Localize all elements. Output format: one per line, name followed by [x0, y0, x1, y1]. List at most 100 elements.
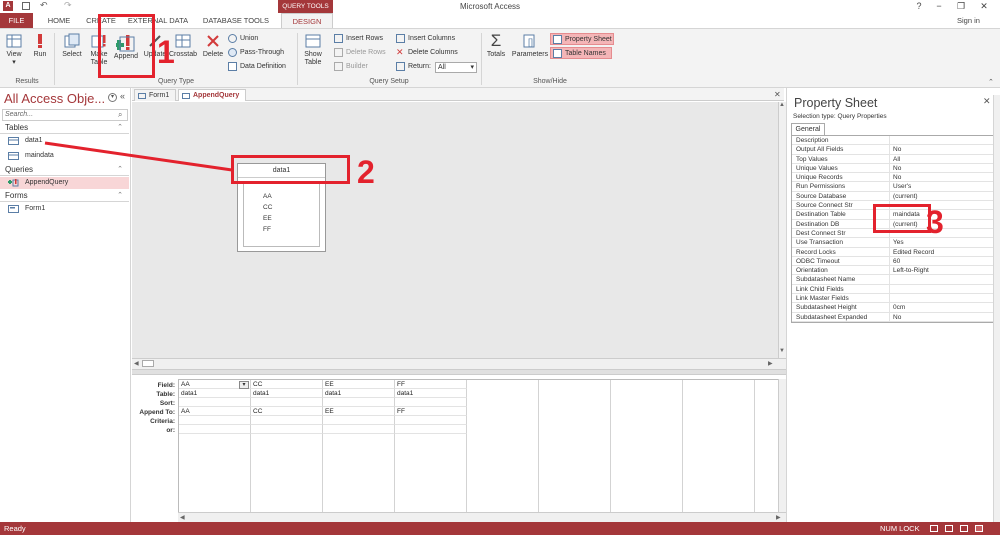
property-value[interactable]: All: [889, 154, 995, 164]
insert-rows-button[interactable]: Insert Rows: [334, 33, 383, 45]
tab-file[interactable]: FILE: [0, 13, 33, 28]
save-icon[interactable]: [22, 2, 30, 10]
property-value[interactable]: [889, 294, 995, 304]
nav-section-forms[interactable]: Forms ⌃: [0, 190, 129, 202]
chevron-down-icon[interactable]: ▾: [239, 381, 249, 389]
grid-cell-table[interactable]: data1: [251, 389, 323, 398]
run-button[interactable]: Run: [30, 33, 50, 59]
property-value[interactable]: [889, 275, 995, 285]
doc-tab-form1[interactable]: Form1: [134, 89, 176, 101]
property-value[interactable]: 0cm: [889, 303, 995, 313]
data-definition-button[interactable]: Data Definition: [228, 61, 286, 73]
select-query-button[interactable]: Select: [59, 33, 85, 59]
undo-icon[interactable]: ↶: [40, 0, 48, 11]
insert-columns-button[interactable]: Insert Columns: [396, 33, 455, 45]
grid-cell-field[interactable]: CC: [251, 380, 323, 389]
grid-column-empty[interactable]: [683, 380, 755, 513]
grid-cell-or[interactable]: [395, 425, 467, 434]
scroll-left-icon[interactable]: ◀: [180, 514, 185, 521]
nav-item-maindata[interactable]: maindata: [0, 150, 129, 162]
union-button[interactable]: Union: [228, 33, 258, 45]
search-icon[interactable]: ⌕: [118, 110, 122, 120]
grid-horizontal-scrollbar[interactable]: ◀ ▶: [178, 512, 786, 522]
scroll-down-icon[interactable]: ▼: [779, 348, 785, 354]
design-horizontal-scrollbar[interactable]: ◀ ▶: [132, 358, 786, 369]
return-select[interactable]: All ▾: [435, 62, 477, 73]
grid-cell-or[interactable]: [179, 425, 251, 434]
design-view-icon[interactable]: [975, 525, 983, 532]
grid-cell-table[interactable]: data1: [179, 389, 251, 398]
field-list-item[interactable]: CC: [263, 204, 272, 211]
grid-cell-criteria[interactable]: [323, 416, 395, 425]
grid-cell-criteria[interactable]: [251, 416, 323, 425]
totals-button[interactable]: Σ Totals: [484, 32, 508, 59]
delete-rows-button[interactable]: Delete Rows: [334, 47, 386, 59]
show-table-button[interactable]: Show Table: [300, 33, 326, 67]
collapse-ribbon-icon[interactable]: ⌃: [988, 78, 994, 86]
property-row[interactable]: Record Locks Edited Record: [792, 247, 994, 257]
property-row[interactable]: Link Child Fields: [792, 284, 995, 295]
grid-cell-sort[interactable]: [251, 398, 323, 407]
nav-search-input[interactable]: Search...: [2, 109, 128, 121]
property-row[interactable]: Use Transaction Yes: [792, 238, 994, 248]
grid-cell-criteria[interactable]: [395, 416, 467, 425]
property-value[interactable]: No: [889, 145, 995, 155]
nav-item-data1[interactable]: data1: [0, 135, 129, 147]
scroll-up-icon[interactable]: ▲: [779, 102, 785, 108]
nav-pane-title[interactable]: All Access Obje...: [4, 91, 105, 106]
minimize-button[interactable]: −: [930, 0, 948, 13]
grid-column-empty[interactable]: [467, 380, 539, 513]
property-value[interactable]: User's: [889, 182, 995, 192]
view-button[interactable]: View ▾: [3, 33, 25, 67]
redo-icon[interactable]: ↷: [64, 0, 72, 11]
pivot-view-icon[interactable]: [945, 525, 953, 532]
scroll-right-icon[interactable]: ▶: [768, 360, 773, 367]
tab-home[interactable]: HOME: [42, 13, 76, 28]
field-list-item[interactable]: EE: [263, 215, 272, 222]
grid-cell-table[interactable]: data1: [395, 389, 467, 398]
close-property-sheet-icon[interactable]: ✕: [983, 96, 991, 107]
grid-cell-criteria[interactable]: [179, 416, 251, 425]
grid-column-empty[interactable]: [539, 380, 611, 513]
property-row[interactable]: Output All Fields No: [792, 145, 995, 155]
grid-cell-sort[interactable]: [323, 398, 395, 407]
nav-menu-chevron-icon[interactable]: ▾: [108, 93, 117, 102]
tab-database-tools[interactable]: DATABASE TOOLS: [200, 13, 272, 28]
query-design-pane[interactable]: [132, 102, 780, 358]
tab-design[interactable]: DESIGN: [281, 13, 333, 28]
grid-cell-append-to[interactable]: EE: [323, 407, 395, 416]
scroll-thumb[interactable]: [142, 360, 154, 367]
field-list-item[interactable]: FF: [263, 226, 271, 233]
sql-view-icon[interactable]: [960, 525, 968, 532]
field-list-item[interactable]: AA: [263, 193, 272, 200]
property-value[interactable]: 60: [889, 256, 995, 266]
shutter-bar-close-icon[interactable]: «: [120, 91, 125, 101]
doc-tab-appendquery[interactable]: AppendQuery: [178, 89, 246, 101]
property-value[interactable]: No: [889, 173, 995, 183]
nav-section-queries[interactable]: Queries ⌃: [0, 164, 129, 176]
table-names-button[interactable]: Table Names: [550, 47, 612, 59]
scroll-right-icon[interactable]: ▶: [776, 514, 781, 521]
grid-cell-append-to[interactable]: FF: [395, 407, 467, 416]
property-row[interactable]: Orientation Left-to-Right: [792, 266, 994, 276]
property-row[interactable]: Description: [792, 136, 995, 146]
close-document-icon[interactable]: ✕: [774, 88, 784, 101]
design-vertical-scrollbar[interactable]: ▲ ▼: [778, 102, 786, 358]
restore-button[interactable]: ❐: [952, 0, 970, 13]
grid-cell-or[interactable]: [323, 425, 395, 434]
property-value[interactable]: No: [889, 163, 995, 173]
property-sheet-scrollbar[interactable]: [993, 95, 1000, 522]
nav-section-tables[interactable]: Tables ⌃: [0, 122, 129, 134]
grid-cell-append-to[interactable]: AA: [179, 407, 251, 416]
property-value[interactable]: [889, 136, 995, 145]
help-button[interactable]: ?: [910, 0, 928, 13]
grid-cell-or[interactable]: [251, 425, 323, 434]
property-value[interactable]: (current): [889, 191, 995, 201]
property-row[interactable]: Subdatasheet Name: [792, 275, 995, 285]
pane-splitter[interactable]: [132, 369, 786, 375]
nav-item-appendquery[interactable]: AppendQuery: [0, 177, 129, 189]
property-row[interactable]: Subdatasheet Expanded No: [792, 312, 994, 322]
property-sheet-button[interactable]: Property Sheet: [550, 33, 614, 45]
property-row[interactable]: Source Database (current): [792, 191, 995, 202]
property-value[interactable]: [889, 284, 995, 294]
